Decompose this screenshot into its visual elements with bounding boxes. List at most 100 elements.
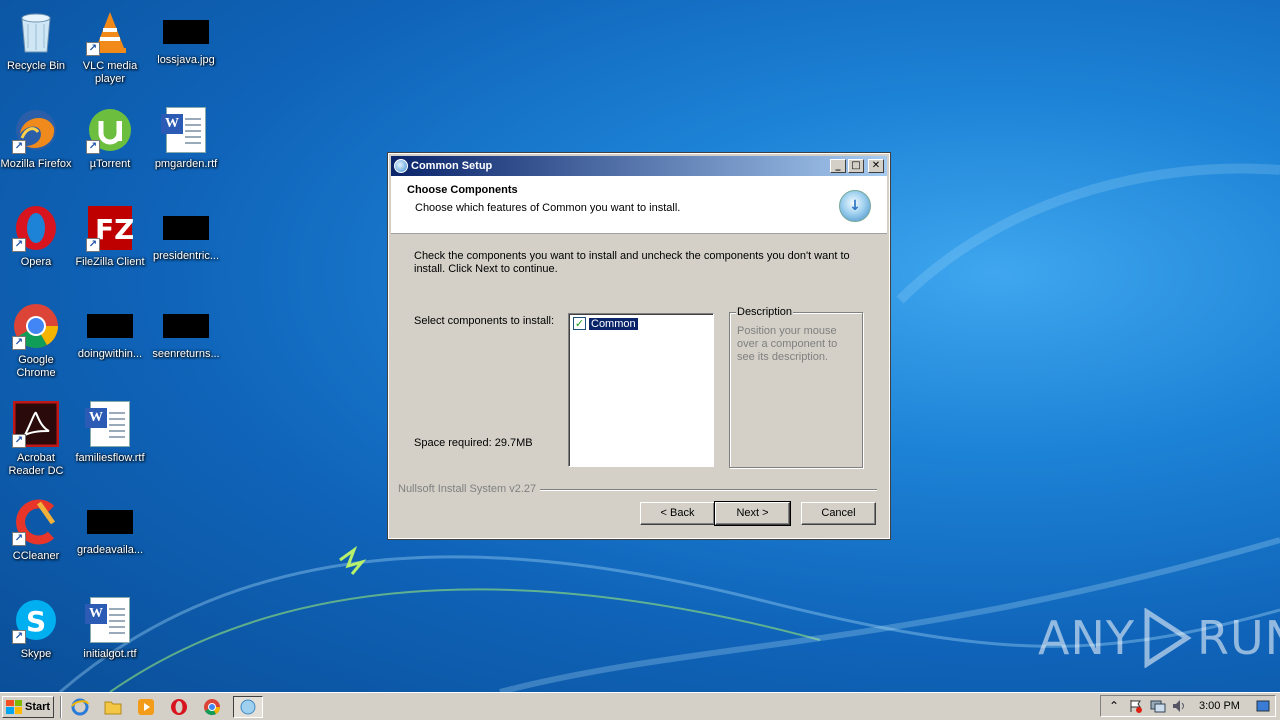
dialog-header: Choose Components Choose which features …	[391, 176, 887, 234]
desktop-icon-label: doingwithin...	[77, 348, 143, 360]
watermark-left: ANY	[1038, 611, 1135, 665]
desktop-icon-seenreturns[interactable]: seenreturns...	[148, 296, 224, 388]
ie-icon[interactable]	[68, 696, 92, 718]
shortcut-arrow-icon: ↗	[12, 140, 26, 154]
shortcut-arrow-icon: ↗	[12, 630, 26, 644]
instructions-text: Check the components you want to install…	[414, 250, 850, 275]
desktop-icon-chrome[interactable]: ↗ Google Chrome	[0, 296, 74, 388]
network-icon[interactable]	[1149, 697, 1167, 715]
desktop-icon-label: Skype	[20, 648, 52, 660]
desktop-icon-firefox[interactable]: ↗ Mozilla Firefox	[0, 100, 74, 192]
ccleaner-icon: ↗	[12, 498, 60, 546]
redacted-thumbnail	[163, 216, 209, 240]
start-button[interactable]: Start	[2, 695, 54, 718]
taskbar-separator	[60, 695, 62, 718]
select-components-label: Select components to install:	[414, 315, 555, 327]
desktop-icon-acrobat[interactable]: ↗ Acrobat Reader DC	[0, 394, 74, 486]
desktop-icon-label: Google Chrome	[16, 354, 56, 379]
desktop-icon-label: lossjava.jpg	[157, 54, 215, 66]
action-center-flag-icon[interactable]	[1127, 697, 1145, 715]
word-document-icon: W	[161, 106, 210, 154]
desktop-icon-label: µTorrent	[89, 158, 131, 170]
desktop-icon-vlc[interactable]: ↗ VLC media player	[72, 2, 148, 94]
taskbar: Start ⌃ 3:00 PM	[0, 692, 1280, 720]
next-button[interactable]: Next >	[714, 501, 791, 526]
anyrun-watermark: ANY RUN	[1038, 608, 1280, 668]
description-legend: Description	[736, 306, 794, 318]
description-text: Position your mouse over a component to …	[737, 325, 838, 363]
show-desktop-icon[interactable]	[1254, 697, 1272, 715]
desktop-icon-initialgot[interactable]: W initialgot.rtf	[72, 590, 148, 682]
desktop-icon-label: seenreturns...	[152, 348, 220, 360]
desktop-icon-label: CCleaner	[12, 550, 60, 562]
dialog-title: Common Setup	[411, 160, 493, 172]
redacted-thumbnail	[163, 314, 209, 338]
desktop-icon-label: initialgot.rtf	[83, 648, 137, 660]
desktop-icon-ccleaner[interactable]: ↗ CCleaner	[0, 492, 74, 584]
shortcut-arrow-icon: ↗	[12, 336, 26, 350]
desktop-icon-recycle-bin[interactable]: Recycle Bin	[0, 2, 74, 94]
component-name[interactable]: Common	[588, 316, 639, 331]
utorrent-icon: ↗	[86, 106, 134, 154]
description-group: Description Position your mouse over a c…	[729, 306, 863, 468]
chrome-icon[interactable]	[200, 696, 224, 718]
close-button[interactable]: ✕	[868, 159, 884, 173]
watermark-right: RUN	[1196, 611, 1280, 665]
opera-icon[interactable]	[167, 696, 191, 718]
desktop-icon-opera[interactable]: ↗ Opera	[0, 198, 74, 290]
nsis-branding: Nullsoft Install System v2.27	[398, 483, 541, 495]
desktop-icon-utorrent[interactable]: ↗ µTorrent	[72, 100, 148, 192]
minimize-button[interactable]: _	[830, 159, 846, 173]
volume-icon[interactable]	[1171, 697, 1189, 715]
system-tray: ⌃ 3:00 PM	[1100, 695, 1276, 717]
chrome-icon: ↗	[12, 302, 60, 350]
setup-app-icon	[394, 159, 408, 173]
desktop-icon-label: pmgarden.rtf	[154, 158, 218, 170]
shortcut-arrow-icon: ↗	[12, 532, 26, 546]
dialog-titlebar[interactable]: Common Setup _ □ ✕	[391, 156, 887, 176]
maximize-button[interactable]: □	[848, 159, 864, 173]
desktop-icon-label: Opera	[20, 256, 52, 268]
tray-expand-icon[interactable]: ⌃	[1105, 697, 1123, 715]
firefox-icon: ↗	[12, 106, 60, 154]
desktop-icon-label: gradeavaila...	[76, 544, 144, 556]
back-button[interactable]: < Back	[640, 502, 715, 525]
components-list[interactable]: ✓ Common	[568, 313, 714, 467]
filezilla-icon: FZ ↗	[86, 204, 134, 252]
desktop-icon-label: familiesflow.rtf	[75, 452, 145, 464]
setup-task-icon[interactable]	[233, 695, 263, 718]
desktop-icon-label: Mozilla Firefox	[0, 158, 72, 170]
desktop-icon-filezilla[interactable]: FZ ↗ FileZilla Client	[72, 198, 148, 290]
recycle-bin-icon	[12, 8, 60, 56]
desktop-icon-presidentric[interactable]: presidentric...	[148, 198, 224, 290]
skype-icon: S ↗	[12, 596, 60, 644]
setup-dialog: Common Setup _ □ ✕ Choose Components Cho…	[387, 152, 891, 540]
word-document-icon: W	[85, 400, 134, 448]
explorer-folder-icon[interactable]	[101, 696, 125, 718]
desktop-icon-pmgarden[interactable]: W pmgarden.rtf	[148, 100, 224, 192]
desktop-icon-skype[interactable]: S ↗ Skype	[0, 590, 74, 682]
shortcut-arrow-icon: ↗	[86, 42, 100, 56]
desktop-icon-familiesflow[interactable]: W familiesflow.rtf	[72, 394, 148, 486]
play-logo-icon	[1144, 608, 1192, 668]
desktop-icon-label: presidentric...	[152, 250, 220, 262]
svg-text:FZ: FZ	[95, 213, 133, 246]
header-subtitle: Choose which features of Common you want…	[415, 202, 681, 214]
media-player-icon[interactable]	[134, 696, 158, 718]
desktop-icon-label: VLC media player	[82, 60, 138, 85]
svg-text:S: S	[26, 605, 46, 638]
installer-globe-icon: ↓	[839, 190, 871, 222]
desktop-icon-lossjava[interactable]: lossjava.jpg	[148, 2, 224, 94]
opera-icon: ↗	[12, 204, 60, 252]
redacted-thumbnail	[87, 314, 133, 338]
desktop-icon-gradeavaila[interactable]: gradeavaila...	[72, 492, 148, 584]
word-document-icon: W	[85, 596, 134, 644]
desktop-icon-doingwithin[interactable]: doingwithin...	[72, 296, 148, 388]
header-title: Choose Components	[407, 184, 518, 196]
component-checkbox[interactable]: ✓	[573, 317, 586, 330]
cancel-button[interactable]: Cancel	[801, 502, 876, 525]
clock[interactable]: 3:00 PM	[1199, 700, 1240, 712]
component-item-common[interactable]: ✓ Common	[573, 316, 639, 331]
desktop-icon-label: Recycle Bin	[6, 60, 66, 72]
desktop-icon-label: Acrobat Reader DC	[8, 452, 64, 477]
